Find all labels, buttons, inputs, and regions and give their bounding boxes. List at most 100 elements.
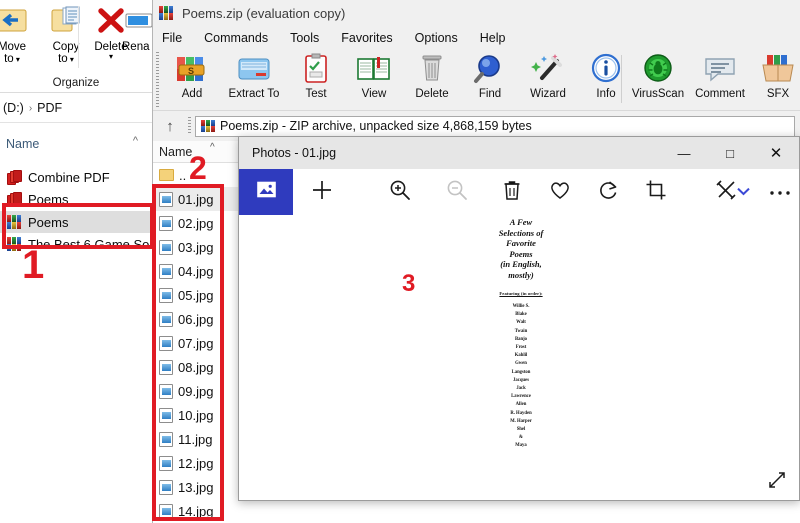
- annotation-number-2: 2: [189, 150, 207, 186]
- winrar-test-label: Test: [305, 88, 327, 100]
- svg-text:S: S: [188, 66, 194, 76]
- wizard-wand-icon: [517, 52, 579, 88]
- minimize-button[interactable]: —: [661, 137, 707, 169]
- winrar-address-text: Poems.zip - ZIP archive, unpacked size 4…: [220, 119, 532, 133]
- menu-commands[interactable]: Commands: [204, 31, 268, 45]
- winrar-icon: [201, 120, 215, 132]
- winrar-sfx-label: SFX: [766, 88, 790, 100]
- rotate-button[interactable]: [587, 169, 629, 215]
- explorer-ribbon: Move to ▾ Copy to ▾ Delete ▾ Rena Organi…: [0, 0, 153, 93]
- winrar-delete-button[interactable]: Delete: [401, 52, 463, 100]
- explorer-row-combine-pdf[interactable]: Combine PDF: [0, 166, 152, 188]
- photos-titlebar[interactable]: Photos - 01.jpg — □ ✕: [239, 137, 799, 169]
- winrar-icon: [159, 6, 174, 20]
- doc-name-15: M. Harper: [510, 418, 532, 424]
- breadcrumb-drive[interactable]: (D:): [3, 101, 24, 115]
- annotation-box-2: [152, 184, 224, 521]
- zoom-in-icon: [389, 179, 411, 206]
- document-title: A Few Selections of Favorite Poems (in E…: [471, 217, 571, 280]
- find-magnifier-icon: [459, 52, 521, 88]
- add-button[interactable]: [301, 169, 343, 215]
- zoom-out-button[interactable]: [436, 169, 478, 215]
- move-to-icon: [0, 6, 38, 39]
- ribbon-divider: [78, 6, 79, 68]
- winrar-sfx-button[interactable]: SFX: [747, 52, 800, 100]
- winrar-extract-label: Extract To: [228, 88, 280, 100]
- zoom-out-icon: [446, 179, 468, 206]
- crop-button[interactable]: [635, 169, 677, 215]
- virusscan-icon: [627, 52, 689, 88]
- extract-to-icon: [223, 52, 285, 88]
- winrar-titlebar[interactable]: Poems.zip (evaluation copy): [153, 0, 800, 26]
- edit-dropdown[interactable]: [731, 169, 755, 215]
- ribbon-copy-to-label-1: Copy: [52, 41, 80, 53]
- ribbon-rename-label: Rena: [122, 41, 150, 53]
- photos-window: Photos - 01.jpg — □ ✕ A Few Selections o…: [238, 136, 800, 501]
- expand-diagonal-icon[interactable]: [765, 468, 789, 492]
- breadcrumb[interactable]: (D:) › PDF: [0, 96, 152, 120]
- doc-title-line-3: Favorite: [506, 238, 536, 248]
- screenshot-root: Move to ▾ Copy to ▾ Delete ▾ Rena Organi…: [0, 0, 800, 523]
- menu-help[interactable]: Help: [480, 31, 506, 45]
- doc-name-18: Maya: [515, 443, 527, 449]
- test-icon: [285, 52, 347, 88]
- address-box-grip[interactable]: [188, 117, 191, 135]
- menu-tools[interactable]: Tools: [290, 31, 319, 45]
- doc-name-6: Frost: [515, 345, 527, 351]
- chevron-right-icon: ›: [28, 102, 33, 114]
- view-icon: [343, 52, 405, 88]
- winrar-add-button[interactable]: S Add: [161, 52, 223, 100]
- winrar-comment-button[interactable]: Comment: [689, 52, 751, 100]
- winrar-wizard-button[interactable]: Wizard: [517, 52, 579, 100]
- menu-options[interactable]: Options: [415, 31, 458, 45]
- close-button[interactable]: ✕: [753, 137, 799, 169]
- doc-name-12: Lawrence: [511, 394, 531, 400]
- ribbon-move-to-button[interactable]: Move to ▾: [0, 6, 38, 66]
- doc-name-5: Banjo: [515, 336, 527, 342]
- winrar-test-button[interactable]: Test: [285, 52, 347, 100]
- explorer-divider: [0, 122, 152, 123]
- photo-document-page: A Few Selections of Favorite Poems (in E…: [471, 217, 571, 451]
- doc-name-13: Allen: [515, 402, 527, 408]
- library-button[interactable]: [239, 169, 293, 215]
- more-button[interactable]: [759, 169, 800, 215]
- comment-icon: [689, 52, 751, 88]
- photos-image-canvas[interactable]: A Few Selections of Favorite Poems (in E…: [239, 215, 799, 500]
- rotate-icon: [597, 179, 619, 206]
- delete-trash-icon: [401, 52, 463, 88]
- winrar-comment-label: Comment: [695, 88, 745, 100]
- winrar-info-label: Info: [596, 88, 616, 100]
- chevron-up-icon: ^: [132, 135, 138, 147]
- chevron-up-icon: ^: [210, 142, 215, 153]
- ribbon-move-to-label-2: to: [4, 53, 14, 65]
- ribbon-group-organize: Move to ▾ Copy to ▾ Delete ▾ Rena Organi…: [0, 0, 153, 93]
- winrar-view-button[interactable]: View: [343, 52, 405, 100]
- winrar-add-label: Add: [181, 88, 203, 100]
- winrar-extract-button[interactable]: Extract To: [223, 52, 285, 100]
- maximize-button[interactable]: □: [707, 137, 753, 169]
- delete-button[interactable]: [491, 169, 533, 215]
- menu-favorites[interactable]: Favorites: [341, 31, 392, 45]
- annotation-number-1: 1: [22, 243, 45, 287]
- doc-name-10: Jacques: [513, 377, 529, 383]
- explorer-column-header-name[interactable]: Name ^: [0, 133, 152, 155]
- breadcrumb-folder[interactable]: PDF: [37, 101, 62, 115]
- photos-title-text: Photos - 01.jpg: [252, 146, 337, 160]
- up-arrow-icon[interactable]: ↑: [153, 118, 187, 135]
- ribbon-move-to-label-1: Move: [0, 41, 27, 53]
- winrar-find-button[interactable]: Find: [459, 52, 521, 100]
- winrar-menubar: File Commands Tools Favorites Options He…: [153, 27, 800, 49]
- winrar-title-text: Poems.zip (evaluation copy): [182, 5, 346, 21]
- annotation-number-3: 3: [402, 270, 416, 297]
- menu-file[interactable]: File: [162, 31, 182, 45]
- photos-toolbar: [239, 169, 799, 215]
- favorite-button[interactable]: [539, 169, 581, 215]
- winrar-delete-label: Delete: [415, 88, 449, 100]
- toolbar-grip[interactable]: [156, 52, 159, 108]
- doc-name-3: Walt: [516, 320, 526, 326]
- zoom-in-button[interactable]: [379, 169, 421, 215]
- winrar-address-field[interactable]: Poems.zip - ZIP archive, unpacked size 4…: [195, 115, 795, 137]
- doc-name-17: &: [519, 435, 523, 441]
- winrar-virusscan-button[interactable]: VirusScan: [627, 52, 689, 100]
- pdf-file-icon: [7, 169, 22, 185]
